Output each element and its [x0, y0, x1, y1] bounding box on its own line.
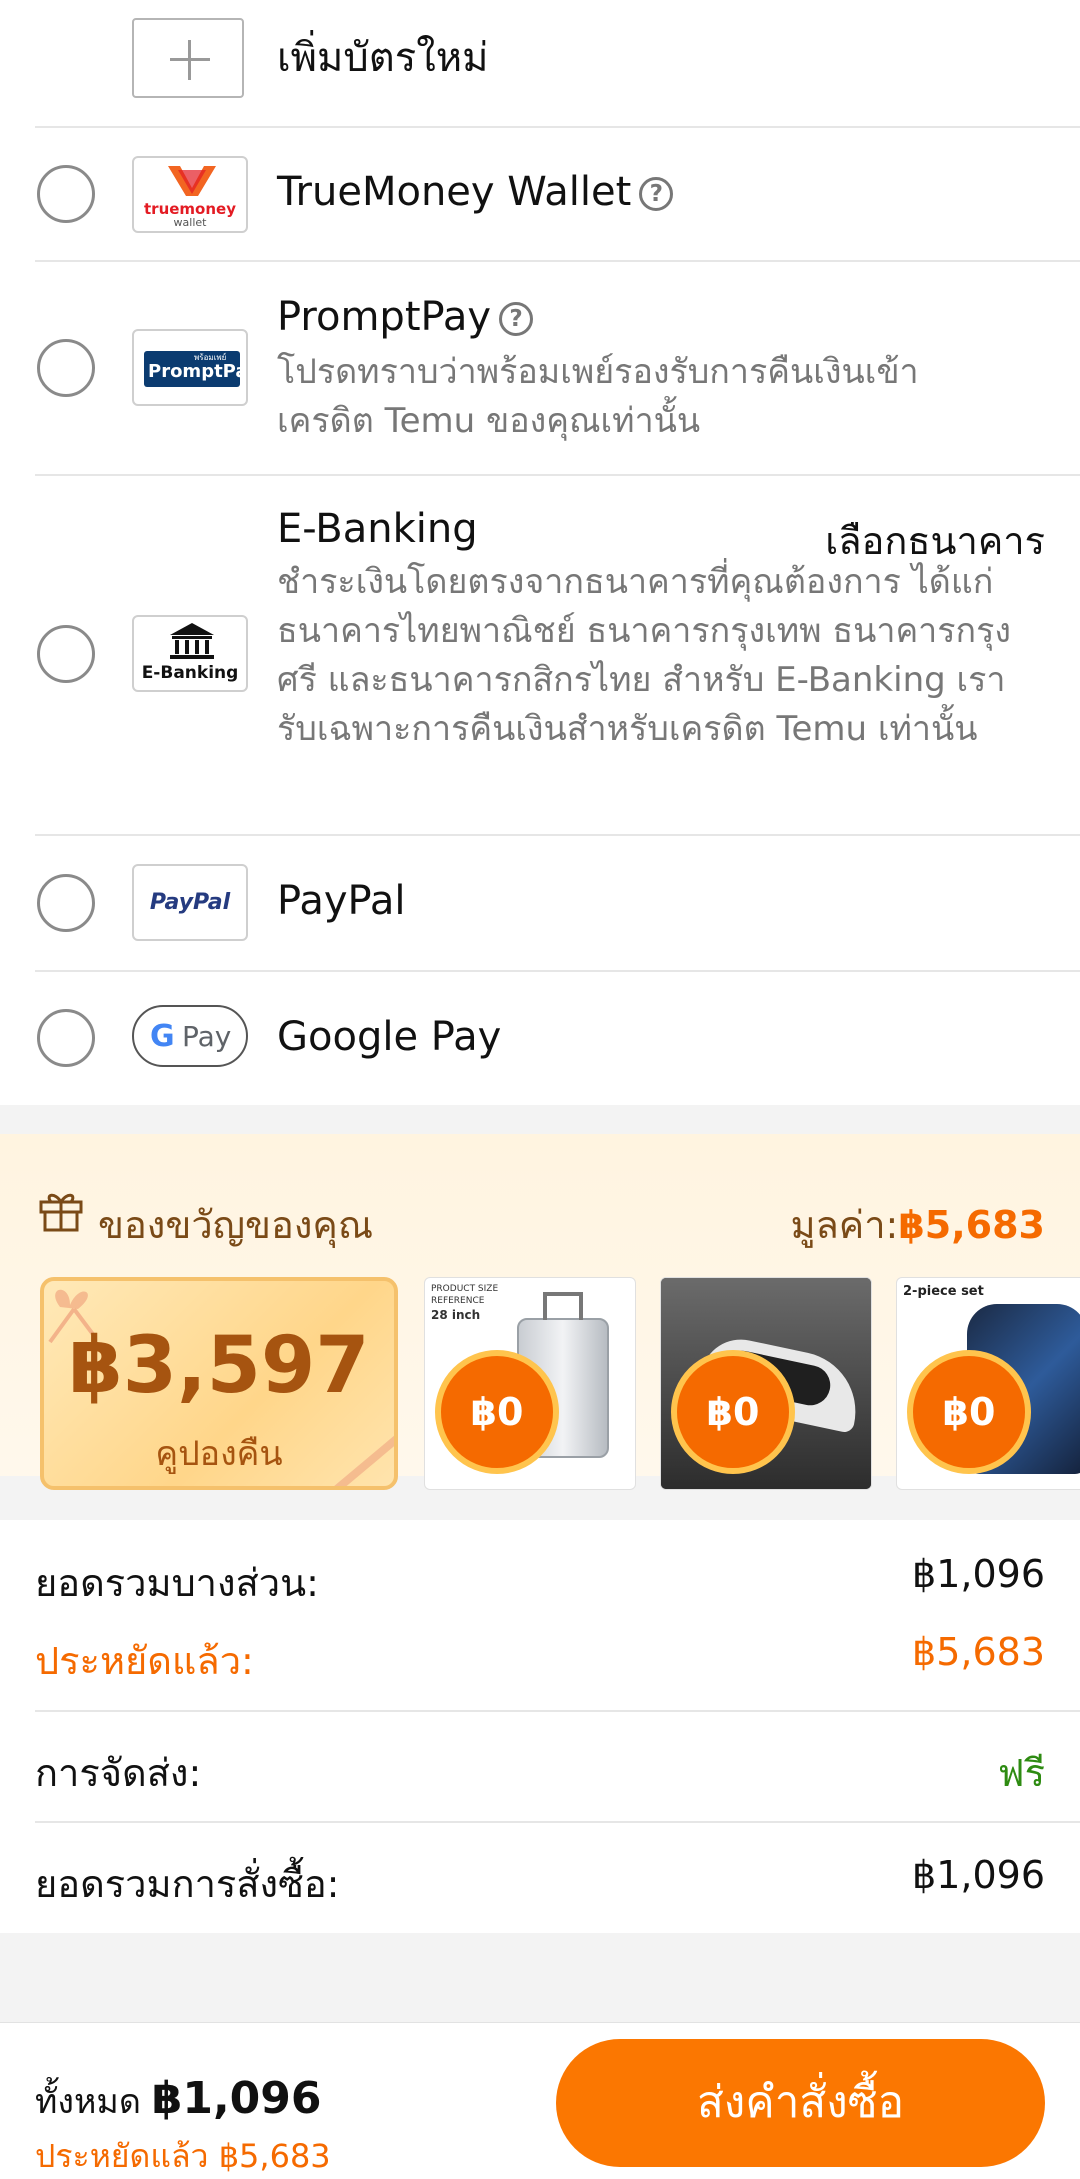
- gift-product-suitcase[interactable]: PRODUCT SIZE REFERENCE 28 inch ฿0: [424, 1277, 636, 1490]
- coupon-label: คูปองคืน: [155, 1434, 283, 1474]
- order-summary: ยอดรวมบางส่วน: ฿1,096 ประหยัดแล้ว: ฿5,68…: [0, 1520, 1080, 1933]
- gift-section: ของขวัญของคุณ มูลค่า:฿5,683 ฿3,597 คูปอง…: [0, 1105, 1080, 1490]
- promptpay-label: PromptPay?: [277, 297, 534, 337]
- add-card-label: เพิ่มบัตรใหม่: [277, 35, 489, 81]
- bank-icon: [170, 623, 214, 659]
- price-badge: ฿0: [671, 1350, 795, 1474]
- truemoney-row[interactable]: truemoney wallet TrueMoney Wallet?: [0, 128, 1080, 260]
- truemoney-radio[interactable]: [37, 165, 95, 223]
- promptpay-row[interactable]: พร้อมเพย์ PromptPay PromptPay? โปรดทราบว…: [0, 262, 1080, 474]
- ebanking-label: E-Banking: [277, 506, 478, 552]
- paypal-icon: PayPal: [149, 890, 231, 915]
- gift-title: ของขวัญของคุณ: [98, 1203, 374, 1247]
- total-line: ทั้งหมด ฿1,096: [35, 2073, 322, 2124]
- googlepay-logo: G Pay: [132, 1005, 248, 1067]
- add-card-row[interactable]: เพิ่มบัตรใหม่: [0, 0, 1080, 127]
- plus-icon: [132, 18, 244, 98]
- truemoney-logo: truemoney wallet: [132, 156, 248, 233]
- gift-value: มูลค่า:฿5,683: [790, 1203, 1045, 1247]
- googlepay-row[interactable]: G Pay Google Pay: [0, 972, 1080, 1105]
- googlepay-label: Google Pay: [277, 1014, 502, 1060]
- paypal-row[interactable]: PayPal PayPal: [0, 836, 1080, 970]
- paypal-radio[interactable]: [37, 874, 95, 932]
- ebanking-logo: E-Banking: [132, 615, 248, 692]
- gift-product-backpack[interactable]: 2-piece set ฿0: [896, 1277, 1080, 1490]
- help-icon[interactable]: ?: [639, 177, 674, 211]
- paypal-logo: PayPal: [132, 864, 248, 941]
- truemoney-label: TrueMoney Wallet?: [277, 172, 674, 212]
- promptpay-desc: โปรดทราบว่าพร้อมเพย์รองรับการคืนเงินเข้า…: [277, 352, 919, 441]
- promptpay-logo: พร้อมเพย์ PromptPay: [132, 329, 248, 406]
- googlepay-radio[interactable]: [37, 1009, 95, 1067]
- saved-summary: ประหยัดแล้ว ฿5,683: [35, 2137, 331, 2175]
- coupon-amount: ฿3,597: [68, 1321, 370, 1411]
- gift-panel: ของขวัญของคุณ มูลค่า:฿5,683 ฿3,597 คูปอง…: [0, 1134, 1080, 1490]
- checkout-bar: ทั้งหมด ฿1,096 ประหยัดแล้ว ฿5,683 ส่งคำส…: [0, 2022, 1080, 2179]
- gift-product-shoes[interactable]: ฿0: [660, 1277, 872, 1490]
- place-order-button[interactable]: ส่งคำสั่งซื้อ: [556, 2039, 1045, 2167]
- gift-icon: [39, 1193, 83, 1232]
- ebanking-desc: ชำระเงินโดยตรงจากธนาคารที่คุณต้องการ ได้…: [277, 562, 1011, 749]
- price-badge: ฿0: [907, 1350, 1031, 1474]
- help-icon[interactable]: ?: [499, 302, 534, 336]
- ebanking-row[interactable]: E-Banking E-Banking เลือกธนาคาร ชำระเงิน…: [0, 476, 1080, 834]
- google-g-icon: G: [150, 1019, 175, 1054]
- promptpay-radio[interactable]: [37, 339, 95, 397]
- coupon-card[interactable]: ฿3,597 คูปองคืน: [40, 1277, 398, 1490]
- paypal-label: PayPal: [277, 878, 406, 924]
- price-badge: ฿0: [435, 1350, 559, 1474]
- ebanking-radio[interactable]: [37, 625, 95, 683]
- payment-methods-section: เพิ่มบัตรใหม่ truemoney wallet TrueMoney…: [0, 0, 1080, 1105]
